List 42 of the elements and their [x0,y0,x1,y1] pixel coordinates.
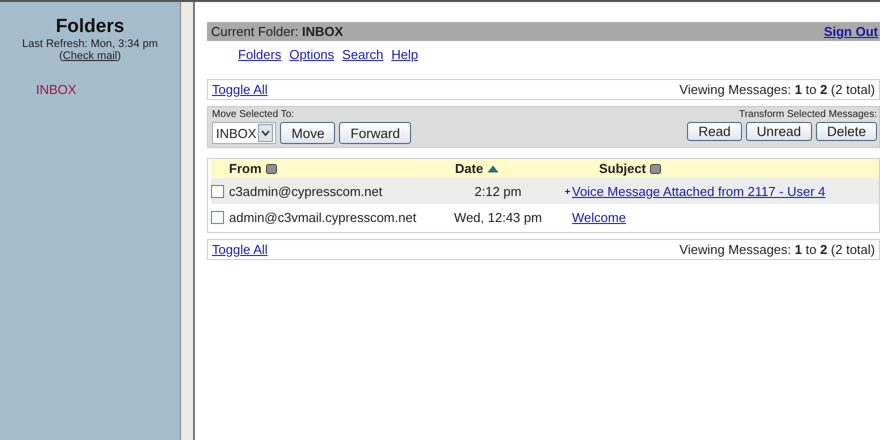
toggle-all-link[interactable]: Toggle All [212,82,268,97]
attachment-icon [565,188,570,194]
toggle-all-link[interactable]: Toggle All [212,242,268,257]
table-row[interactable]: admin@c3vmail.cypresscom.net Wed, 12:43 pm Welcome [211,204,879,230]
nav-link[interactable]: Search [342,47,384,73]
date-cell: 2:12 pm [474,184,522,198]
from-cell: c3admin@cypresscom.net [229,184,382,198]
subject-link[interactable]: Voice Message Attached from 2117 - User 4 [572,184,826,198]
folder-select[interactable]: INBOX [212,122,276,144]
date-cell: Wed, 12:43 pm [454,210,542,224]
folder-item[interactable]: INBOX [36,82,180,97]
viewing-text: Viewing Messages: 1 to 2 (2 total) [679,82,875,97]
row-checkbox[interactable] [211,210,224,224]
paren-text: ) [117,50,121,62]
action-button[interactable]: Delete [816,122,877,141]
action-button[interactable]: Unread [746,122,812,141]
column-header[interactable]: From [229,161,262,176]
viewing-text: Viewing Messages: 1 to 2 (2 total) [679,242,875,257]
table-row[interactable]: c3admin@cypresscom.net 2:12 pm Voice Message Attached from 2117 - User 4 [211,178,879,204]
action-button[interactable]: Forward [339,122,411,144]
last-refresh-text: Last Refresh: Mon, 3:34 pm [22,38,158,50]
subject-link[interactable]: Welcome [572,210,626,224]
column-header[interactable]: Subject [599,161,646,176]
dropdown-icon [258,124,274,142]
sidebar-title: Folders [56,16,124,38]
action-button[interactable]: Move [280,122,336,144]
transform-label: Transform Selected Messages: [738,109,877,120]
nav-link[interactable]: Options [289,47,334,73]
move-label: Move Selected To: [212,109,296,120]
sort-icon[interactable] [650,164,661,174]
sort-icon[interactable] [266,164,276,174]
from-cell: admin@c3vmail.cypresscom.net [229,210,416,224]
paren-text: ( [59,50,63,62]
nav-link[interactable]: Folders [238,47,282,73]
sign-out-link[interactable]: Sign Out [824,24,878,39]
current-folder-text: Current Folder: INBOX [211,24,344,39]
column-header[interactable]: Date [455,161,484,176]
sort-ascending-icon[interactable] [487,164,500,172]
row-checkbox[interactable] [211,184,224,198]
nav-link[interactable]: Help [391,47,418,73]
check-mail-link[interactable]: Check mail [62,50,118,62]
action-button[interactable]: Read [687,122,742,141]
